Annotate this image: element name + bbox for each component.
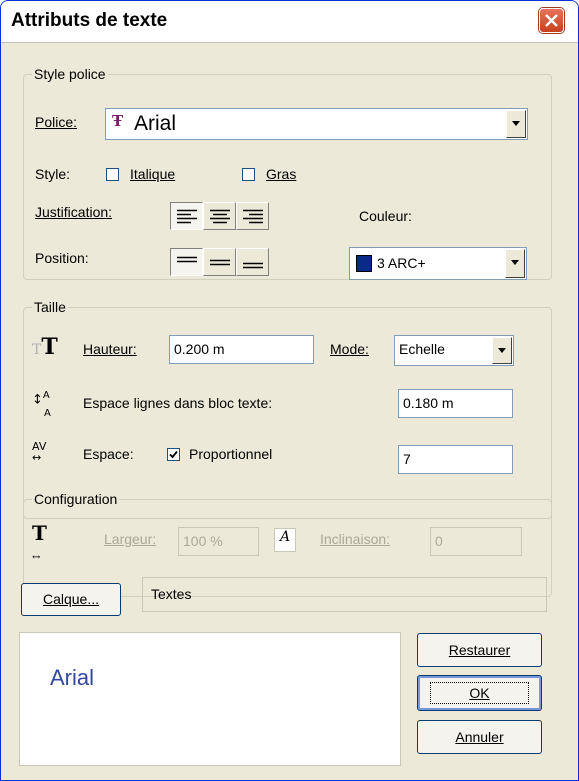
dialog-window: Attributs de texte Style police Police: … <box>0 0 579 781</box>
taille-group: Taille TT Hauteur: 0.200 m Mode: Echelle… <box>23 299 552 519</box>
align-center-button[interactable] <box>203 202 236 230</box>
largeur-input[interactable]: 100 % <box>178 527 259 556</box>
position-middle-button[interactable] <box>203 248 236 276</box>
line-spacing-icon: ↕A A <box>32 390 51 420</box>
align-left-icon <box>177 209 197 224</box>
espace-label: Espace: <box>83 446 134 462</box>
text-height-icon: TT <box>32 334 58 360</box>
inclinaison-label: Inclinaison: <box>320 531 391 547</box>
text-preview: Arial <box>19 632 401 766</box>
calque-value: Textes <box>151 586 192 602</box>
justification-buttons <box>170 202 269 230</box>
align-center-icon <box>210 209 230 224</box>
position-middle-icon <box>210 259 230 266</box>
police-dropdown-button[interactable] <box>506 110 526 138</box>
char-spacing-icon: AV ↔ <box>32 440 47 464</box>
text-width-icon: T ↔ <box>32 521 47 563</box>
close-button[interactable] <box>539 8 564 33</box>
title-bar: Attributs de texte <box>1 1 578 43</box>
espace-lignes-input[interactable]: 0.180 m <box>398 389 513 418</box>
align-left-button[interactable] <box>170 202 203 230</box>
align-right-icon <box>243 209 263 224</box>
proportionnel-label: Proportionnel <box>189 446 273 462</box>
window-title: Attributs de texte <box>11 10 168 31</box>
mode-label: Mode: <box>330 341 369 357</box>
mode-dropdown-button[interactable] <box>492 337 512 364</box>
inclinaison-input[interactable]: 0 <box>430 527 522 556</box>
position-buttons <box>170 248 269 276</box>
calque-button[interactable]: Calque... <box>21 583 121 616</box>
position-bottom-icon <box>243 262 263 269</box>
truetype-font-icon: Ŧ <box>112 112 124 130</box>
position-bottom-button[interactable] <box>236 248 269 276</box>
espace-lignes-label: Espace lignes dans bloc texte: <box>83 395 273 411</box>
restaurer-button[interactable]: Restaurer <box>417 633 542 667</box>
hauteur-input[interactable]: 0.200 m <box>169 335 314 364</box>
restaurer-label: Restaurer <box>448 642 511 658</box>
italique-checkbox[interactable] <box>106 168 119 181</box>
italique-label: Italique <box>130 166 176 182</box>
style-label: Style: <box>35 166 71 182</box>
hauteur-label: Hauteur: <box>83 341 137 357</box>
ok-button[interactable]: OK <box>417 675 542 711</box>
couleur-swatch <box>356 255 372 272</box>
couleur-select[interactable]: 3 ARC+ <box>349 247 527 280</box>
checkmark-icon <box>169 450 178 459</box>
taille-legend: Taille <box>34 299 66 315</box>
largeur-label: Largeur: <box>104 531 157 547</box>
calque-value-box: Textes <box>142 577 547 612</box>
gras-label: Gras <box>266 166 297 182</box>
gras-checkbox[interactable] <box>242 168 255 181</box>
police-value: Arial <box>134 112 177 135</box>
position-top-button[interactable] <box>170 248 203 276</box>
mode-select[interactable]: Echelle <box>394 335 514 366</box>
annuler-button[interactable]: Annuler <box>417 720 542 754</box>
configuration-legend: Configuration <box>34 491 118 507</box>
preview-text: Arial <box>50 665 95 690</box>
justification-label: Justification: <box>35 204 113 220</box>
mode-value: Echelle <box>399 341 445 357</box>
align-right-button[interactable] <box>236 202 269 230</box>
espace-input[interactable]: 7 <box>398 445 513 474</box>
couleur-dropdown-button[interactable] <box>505 249 525 278</box>
style-police-legend: Style police <box>34 66 106 82</box>
police-select[interactable]: Ŧ Arial <box>105 108 528 140</box>
slant-icon: A <box>274 528 296 552</box>
position-label: Position: <box>35 250 89 266</box>
couleur-value: 3 ARC+ <box>377 255 426 271</box>
position-top-icon <box>177 256 197 263</box>
annuler-label: Annuler <box>455 729 504 745</box>
dialog-body: Style police Police: Ŧ Arial Style: Ital… <box>7 43 572 776</box>
close-icon <box>545 14 558 27</box>
style-police-group: Style police Police: Ŧ Arial Style: Ital… <box>23 66 552 280</box>
couleur-label: Couleur: <box>359 208 412 224</box>
police-label: Police: <box>35 114 78 130</box>
proportionnel-checkbox[interactable] <box>167 448 180 461</box>
calque-button-label: Calque... <box>42 591 100 607</box>
ok-label: OK <box>430 682 529 704</box>
